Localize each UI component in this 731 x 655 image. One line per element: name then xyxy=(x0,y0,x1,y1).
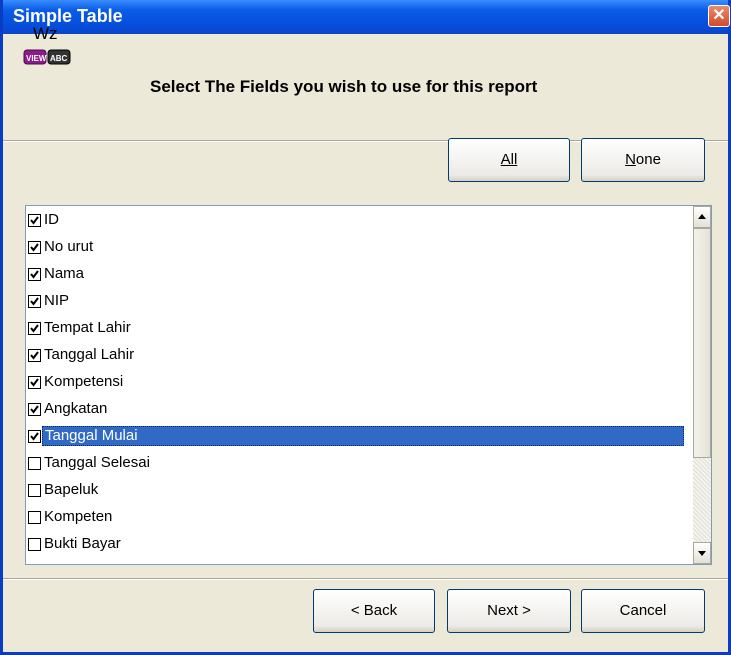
next-button[interactable]: Next > xyxy=(447,589,571,633)
check-icon xyxy=(30,404,39,414)
back-button[interactable]: < Back xyxy=(313,589,435,633)
svg-text:Wz: Wz xyxy=(33,24,58,43)
check-icon xyxy=(30,431,39,441)
title-bar[interactable]: Simple Table ✕ xyxy=(3,0,730,34)
back-label: < Back xyxy=(350,602,398,619)
close-icon: ✕ xyxy=(712,7,726,24)
svg-text:VIEW: VIEW xyxy=(26,54,47,63)
list-item[interactable]: NIP xyxy=(28,289,71,313)
field-label: Angkatan xyxy=(44,400,108,417)
dialog-window: Simple Table ✕ Wz VIEW ABC Select The Fi… xyxy=(0,0,731,655)
instruction-heading: Select The Fields you wish to use for th… xyxy=(150,77,538,96)
cancel-button[interactable]: Cancel xyxy=(581,589,705,633)
list-item[interactable]: ID xyxy=(28,208,61,232)
cancel-label: Cancel xyxy=(619,602,667,619)
check-icon xyxy=(30,242,39,252)
field-checkbox[interactable] xyxy=(28,240,41,254)
list-item[interactable]: Tanggal Lahir xyxy=(28,343,136,367)
check-icon xyxy=(30,350,39,360)
field-checkbox[interactable] xyxy=(28,537,41,551)
select-all-button[interactable]: All xyxy=(448,138,570,182)
select-all-label: All xyxy=(500,151,518,168)
footer-divider xyxy=(3,578,728,580)
field-label: Bukti Bayar xyxy=(44,535,121,552)
field-label: Kompetensi xyxy=(44,373,124,390)
select-none-label: None xyxy=(625,151,661,168)
check-icon xyxy=(30,296,39,306)
field-checkbox[interactable] xyxy=(28,348,41,362)
check-icon xyxy=(30,215,39,225)
field-checkbox[interactable] xyxy=(28,375,41,389)
check-icon xyxy=(30,269,39,279)
list-item[interactable]: Bapeluk xyxy=(28,478,100,502)
scroll-down-button[interactable] xyxy=(693,542,711,564)
fields-list[interactable]: ID No urut Nama NIP Tempat Lahir Tanggal Lahi… xyxy=(25,205,712,565)
field-checkbox[interactable] xyxy=(28,294,41,308)
field-label: Tempat Lahir xyxy=(44,319,131,336)
field-checkbox[interactable] xyxy=(28,429,41,443)
field-label: Tanggal Lahir xyxy=(44,346,135,363)
field-label: Tanggal Mulai xyxy=(42,426,684,446)
field-label: NIP xyxy=(44,292,70,309)
select-none-button[interactable]: None xyxy=(581,138,705,182)
field-label: Tanggal Selesai xyxy=(44,454,150,471)
check-icon xyxy=(30,377,39,387)
field-checkbox[interactable] xyxy=(28,456,41,470)
list-item[interactable]: Bukti Bayar xyxy=(28,532,123,556)
field-checkbox[interactable] xyxy=(28,321,41,335)
vertical-scrollbar[interactable] xyxy=(693,206,711,564)
wizard-logo-icon: Wz VIEW ABC xyxy=(23,22,71,72)
field-checkbox[interactable] xyxy=(28,267,41,281)
field-label: No urut xyxy=(44,238,94,255)
arrow-down-icon xyxy=(698,551,706,556)
field-label: Bapeluk xyxy=(44,481,99,498)
svg-text:ABC: ABC xyxy=(50,54,68,63)
field-label: Kompeten xyxy=(44,508,113,525)
field-checkbox[interactable] xyxy=(28,402,41,416)
field-label: Nama xyxy=(44,265,85,282)
list-item[interactable]: Nama xyxy=(28,262,86,286)
field-checkbox[interactable] xyxy=(28,510,41,524)
close-button[interactable]: ✕ xyxy=(708,5,730,27)
scrollbar-track[interactable] xyxy=(693,458,711,542)
next-label: Next > xyxy=(487,602,531,619)
list-item[interactable]: Kompetensi xyxy=(28,370,125,394)
list-item[interactable]: Tanggal Selesai xyxy=(28,451,152,475)
list-item[interactable]: Angkatan xyxy=(28,397,109,421)
field-checkbox[interactable] xyxy=(28,483,41,497)
list-item[interactable]: No urut xyxy=(28,235,95,259)
field-label: ID xyxy=(44,211,59,228)
scrollbar-thumb[interactable] xyxy=(693,228,711,458)
arrow-up-icon xyxy=(698,214,706,219)
list-item[interactable]: Kompeten xyxy=(28,505,114,529)
list-item[interactable]: Tempat Lahir xyxy=(28,316,133,340)
check-icon xyxy=(30,323,39,333)
list-item[interactable]: Tanggal Mulai xyxy=(28,424,684,448)
field-checkbox[interactable] xyxy=(28,213,41,227)
scroll-up-button[interactable] xyxy=(693,206,711,228)
